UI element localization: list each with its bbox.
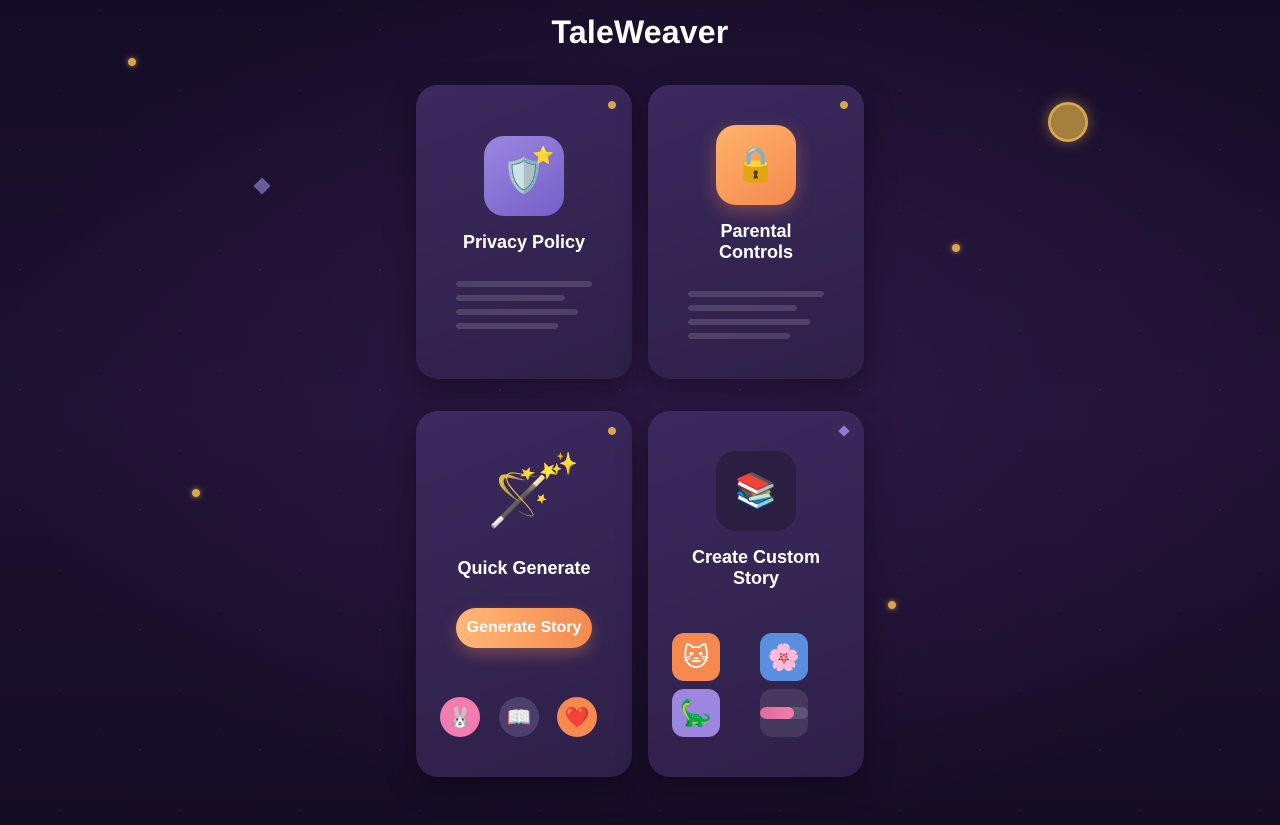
- heart-glyph: ❤️: [564, 706, 590, 729]
- parental-controls-title: Parental Controls: [719, 221, 793, 262]
- crescent-moon-icon: [1048, 102, 1088, 142]
- card-dot-icon: [840, 101, 848, 109]
- shield-icon: 🛡️ ⭐: [484, 136, 564, 216]
- books-glyph: 📚: [734, 472, 778, 510]
- flower-icon[interactable]: 🌸: [760, 633, 808, 681]
- progress-tile: [760, 689, 808, 737]
- dinosaur-icon[interactable]: 🦕: [672, 689, 720, 737]
- progress-bar: [760, 707, 808, 719]
- heart-icon[interactable]: ❤️: [557, 697, 597, 737]
- parental-controls-card[interactable]: 🔒 Parental Controls: [648, 85, 864, 379]
- bunny-icon[interactable]: 🐰: [440, 697, 480, 737]
- sparkle-icon: [192, 489, 200, 497]
- text-line: [688, 291, 824, 297]
- placeholder-text-lines: [688, 291, 824, 347]
- card-diamond-icon: [838, 425, 850, 437]
- star-icon: ⭐: [532, 146, 554, 165]
- sparkles-icon: ✨: [550, 451, 578, 476]
- quick-generate-title: Quick Generate: [457, 558, 591, 578]
- progress-fill: [760, 707, 794, 719]
- flower-glyph: 🌸: [767, 641, 801, 672]
- create-custom-story-title: Create Custom Story: [691, 547, 821, 588]
- magic-wand-icon: 🪄 ✨: [484, 451, 578, 535]
- text-line: [456, 323, 558, 329]
- book-icon[interactable]: 📖: [499, 697, 539, 737]
- create-custom-story-card[interactable]: 📚 Create Custom Story 🐱 🌸 🦕: [648, 411, 864, 777]
- app-title: TaleWeaver: [551, 14, 729, 50]
- card-dot-icon: [608, 427, 616, 435]
- sparkle-icon: [888, 601, 896, 609]
- generate-story-button[interactable]: Generate Story: [456, 608, 592, 648]
- cat-glyph: 🐱: [682, 641, 710, 672]
- text-line: [456, 281, 592, 287]
- privacy-policy-card[interactable]: 🛡️ ⭐ Privacy Policy: [416, 85, 632, 379]
- card-dot-icon: [608, 101, 616, 109]
- books-icon: 📚: [716, 451, 796, 531]
- lock-glyph: 🔒: [734, 146, 778, 184]
- sparkle-icon: [952, 244, 960, 252]
- book-glyph: 📖: [506, 706, 532, 729]
- text-line: [456, 295, 565, 301]
- privacy-policy-title: Privacy Policy: [462, 232, 586, 252]
- starfield-background: [0, 0, 1280, 825]
- bunny-glyph: 🐰: [447, 706, 473, 729]
- dinosaur-glyph: 🦕: [679, 697, 713, 728]
- sparkle-icon: [128, 58, 136, 66]
- text-line: [688, 319, 810, 325]
- cat-icon[interactable]: 🐱: [672, 633, 720, 681]
- placeholder-text-lines: [456, 281, 592, 337]
- text-line: [688, 305, 797, 311]
- text-line: [456, 309, 578, 315]
- diamond-sparkle-icon: [253, 177, 271, 195]
- lock-icon: 🔒: [716, 125, 796, 205]
- text-line: [688, 333, 790, 339]
- quick-generate-card[interactable]: 🪄 ✨ Quick Generate Generate Story 🐰 📖 ❤️: [416, 411, 632, 777]
